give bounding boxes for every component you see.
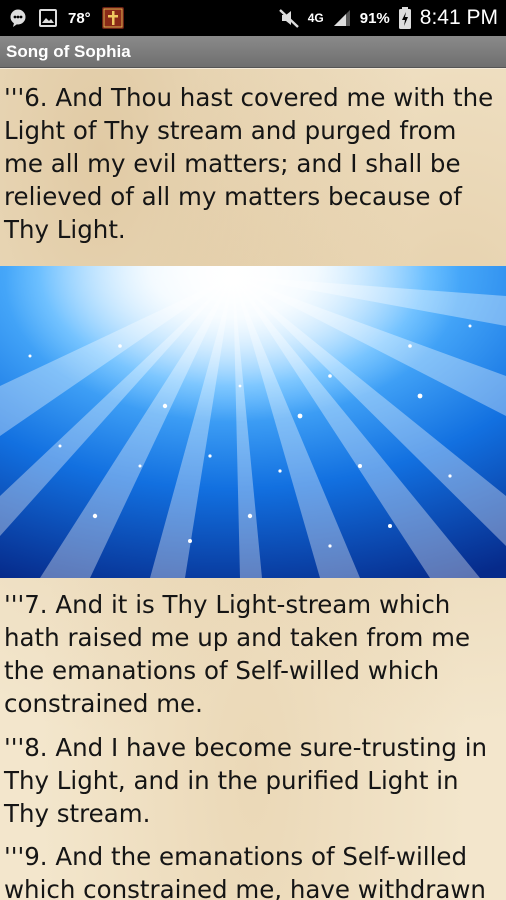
verse-9: '''9. And the emanations of Self-willed … — [4, 842, 486, 900]
battery-icon — [398, 6, 412, 30]
network-type: 4G — [307, 11, 324, 25]
app-title: Song of Sophia — [6, 42, 131, 61]
light-rays-image — [0, 266, 506, 578]
signal-icon — [332, 8, 352, 28]
app-title-bar: Song of Sophia — [0, 36, 506, 68]
clock: 8:41 PM — [419, 6, 498, 29]
status-bar: 78° 4G 91% 8:41 PM — [0, 0, 506, 36]
temperature: 78° — [68, 9, 91, 27]
picture-icon — [38, 8, 58, 28]
mute-icon — [278, 7, 300, 29]
battery-percent: 91% — [359, 9, 390, 27]
bible-app-icon — [101, 6, 125, 30]
reading-pane[interactable]: '''6. And Thou hast covered me with the … — [0, 69, 506, 900]
verse-7: '''7. And it is Thy Light-stream which h… — [4, 590, 471, 718]
verse-8: '''8. And I have become sure-trusting in… — [4, 733, 488, 828]
verse-6: '''6. And Thou hast covered me with the … — [4, 83, 494, 244]
chat-bubble-icon — [8, 8, 28, 28]
